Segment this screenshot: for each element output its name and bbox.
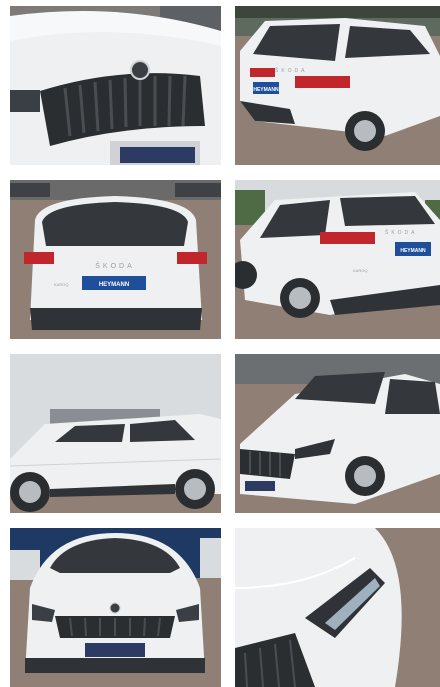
gallery-thumbnail-1[interactable] — [10, 6, 221, 165]
gallery-thumbnail-4[interactable]: HEYMANN ŠKODA KAROQ — [235, 180, 440, 339]
gallery-thumbnail-6[interactable] — [235, 354, 440, 513]
car-photo-rear: ŠKODA KAROQ HEYMANN — [10, 180, 221, 339]
license-plate-text: HEYMANN — [253, 87, 279, 93]
gallery-thumbnail-7[interactable] — [10, 528, 221, 687]
model-badge: KAROQ — [353, 268, 367, 273]
car-photo-front-grille — [10, 6, 221, 165]
car-photo-front-three-quarter — [235, 354, 440, 513]
license-plate-text: HEYMANN — [99, 282, 129, 288]
model-badge: KAROQ — [54, 282, 68, 287]
brand-lettering: ŠKODA — [385, 229, 418, 236]
car-photo-headlight — [235, 528, 440, 687]
gallery-thumbnail-8[interactable] — [235, 528, 440, 687]
brand-lettering: ŠKODA — [95, 261, 135, 270]
gallery-thumbnail-3[interactable]: ŠKODA KAROQ HEYMANN — [10, 180, 221, 339]
car-photo-rear-three-quarter-left: HEYMANN ŠKODA KAROQ — [235, 180, 440, 339]
brand-lettering: ŠKODA — [275, 67, 308, 74]
photo-gallery: HEYMANN ŠKODA ŠKODA KAROQ HEYMANN HEYMAN… — [0, 0, 440, 687]
car-photo-side — [10, 354, 221, 513]
gallery-thumbnail-2[interactable]: HEYMANN ŠKODA — [235, 6, 440, 165]
car-photo-front — [10, 528, 221, 687]
car-photo-rear-three-quarter: HEYMANN ŠKODA — [235, 6, 440, 165]
gallery-thumbnail-5[interactable] — [10, 354, 221, 513]
license-plate-text: HEYMANN — [400, 248, 426, 254]
